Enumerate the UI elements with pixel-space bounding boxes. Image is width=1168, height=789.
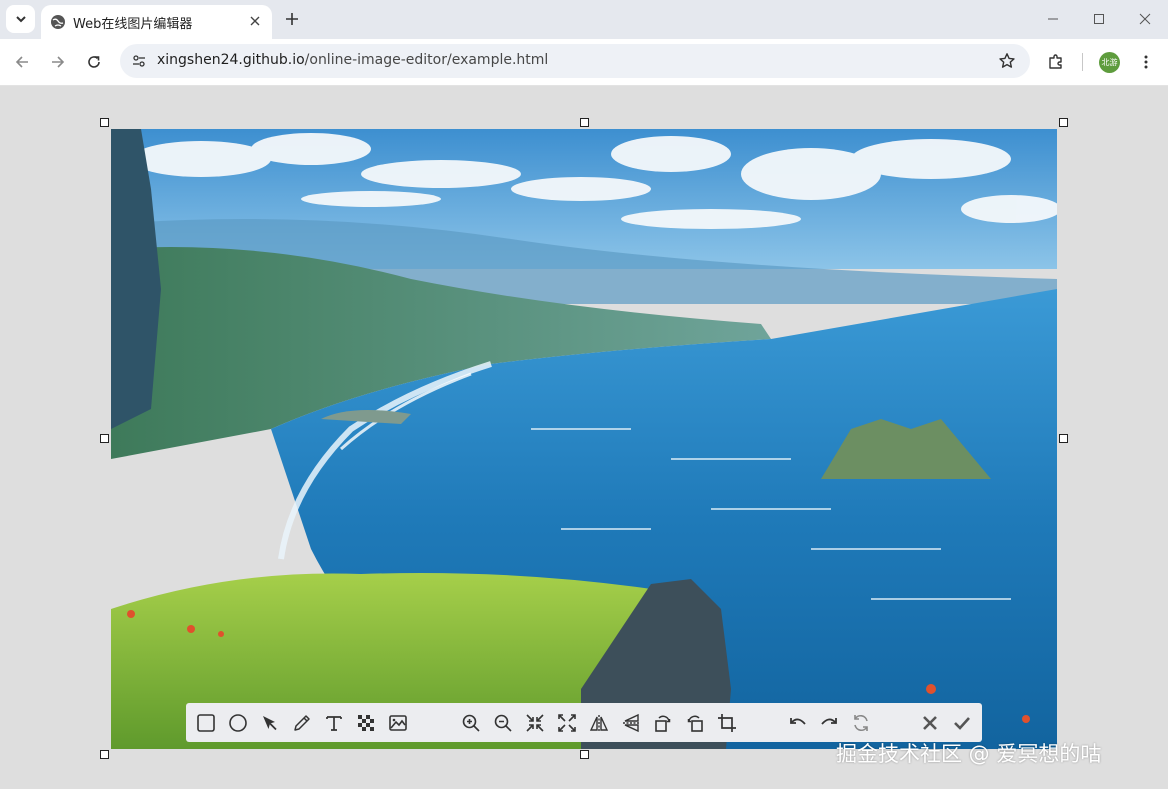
text-icon [326, 716, 342, 731]
editor-image[interactable] [111, 129, 1057, 749]
flip-horizontal-button[interactable] [588, 712, 610, 734]
expand-icon [558, 714, 576, 732]
menu-button[interactable] [1134, 50, 1158, 74]
maximize-button[interactable] [1090, 10, 1108, 28]
tab-close-button[interactable] [246, 12, 264, 30]
redo-icon [821, 718, 837, 725]
mosaic-tool-button[interactable] [355, 712, 377, 734]
browser-toolbar: xingshen24.github.io/online-image-editor… [0, 39, 1168, 86]
resize-handle-s[interactable] [580, 750, 589, 759]
globe-icon [51, 15, 65, 29]
flip-vertical-button[interactable] [620, 712, 642, 734]
crop-button[interactable] [716, 712, 738, 734]
minimize-button[interactable] [1044, 10, 1062, 28]
coastal-landscape-illustration [111, 129, 1057, 749]
ellipse-icon [229, 714, 247, 732]
arrow-left-icon [15, 56, 28, 68]
reset-button[interactable] [850, 712, 872, 734]
rotate-left-icon [655, 715, 671, 732]
profile-avatar[interactable]: 北游 [1099, 52, 1120, 73]
text-tool-button[interactable] [323, 712, 345, 734]
site-settings-icon [133, 55, 145, 67]
plus-icon [286, 13, 298, 25]
shrink-button[interactable] [524, 712, 546, 734]
flip-horizontal-icon [589, 715, 609, 731]
resize-handle-nw[interactable] [100, 118, 109, 127]
rotate-left-button[interactable] [652, 712, 674, 734]
undo-button[interactable] [787, 712, 809, 734]
zoom-out-button[interactable] [492, 712, 514, 734]
rectangle-icon [197, 714, 215, 732]
resize-handle-e[interactable] [1059, 434, 1068, 443]
puzzle-icon [1049, 54, 1062, 69]
rotate-right-button[interactable] [684, 712, 706, 734]
ellipse-tool-button[interactable] [227, 712, 249, 734]
toolbar-divider [1082, 53, 1083, 71]
crop-icon [718, 714, 736, 732]
more-vertical-icon [1144, 55, 1148, 69]
confirm-button[interactable] [951, 712, 973, 734]
undo-icon [790, 718, 806, 725]
extensions-button[interactable] [1044, 50, 1068, 74]
confirm-icon [954, 717, 970, 730]
cancel-button[interactable] [919, 712, 941, 734]
rotate-right-icon [687, 715, 703, 732]
reset-icon [854, 715, 868, 731]
window-close-button[interactable] [1136, 10, 1154, 28]
tab-search-button[interactable] [6, 5, 35, 33]
bookmark-star-icon[interactable] [998, 52, 1016, 70]
flip-vertical-icon [623, 713, 639, 733]
active-tab[interactable]: Web在线图片编辑器 [41, 5, 272, 39]
shrink-icon [526, 714, 544, 732]
expand-button[interactable] [556, 712, 578, 734]
resize-handle-n[interactable] [580, 118, 589, 127]
pencil-tool-button[interactable] [291, 712, 313, 734]
rectangle-tool-button[interactable] [195, 712, 217, 734]
zoom-in-icon [462, 714, 480, 732]
arrow-tool-button[interactable] [259, 712, 281, 734]
image-edit-toolbar [186, 703, 982, 742]
arrow-icon [263, 716, 277, 731]
back-button[interactable] [10, 50, 34, 74]
url-text: xingshen24.github.io/online-image-editor… [157, 52, 549, 68]
resize-handle-w[interactable] [100, 434, 109, 443]
pencil-icon [294, 715, 310, 731]
tab-title: Web在线图片编辑器 [73, 17, 193, 32]
zoom-out-icon [494, 714, 512, 732]
image-icon [389, 715, 407, 731]
maximize-icon [1094, 14, 1104, 24]
cancel-icon [923, 716, 937, 730]
mosaic-icon [358, 715, 374, 731]
forward-button[interactable] [46, 50, 70, 74]
reload-button[interactable] [82, 50, 106, 74]
reload-icon [88, 56, 100, 68]
close-icon [1139, 13, 1151, 25]
insert-image-button[interactable] [387, 712, 409, 734]
close-icon [250, 16, 260, 26]
redo-button[interactable] [818, 712, 840, 734]
watermark-text: 掘金技术社区 @ 爱冥想的咕 [836, 742, 1102, 766]
address-bar[interactable]: xingshen24.github.io/online-image-editor… [120, 44, 1030, 78]
arrow-right-icon [52, 56, 65, 68]
resize-handle-ne[interactable] [1059, 118, 1068, 127]
resize-handle-sw[interactable] [100, 750, 109, 759]
chevron-down-icon [15, 16, 26, 23]
minimize-icon [1048, 18, 1058, 20]
zoom-in-button[interactable] [460, 712, 482, 734]
new-tab-button[interactable] [280, 8, 304, 30]
tab-strip: Web在线图片编辑器 [0, 0, 1168, 39]
